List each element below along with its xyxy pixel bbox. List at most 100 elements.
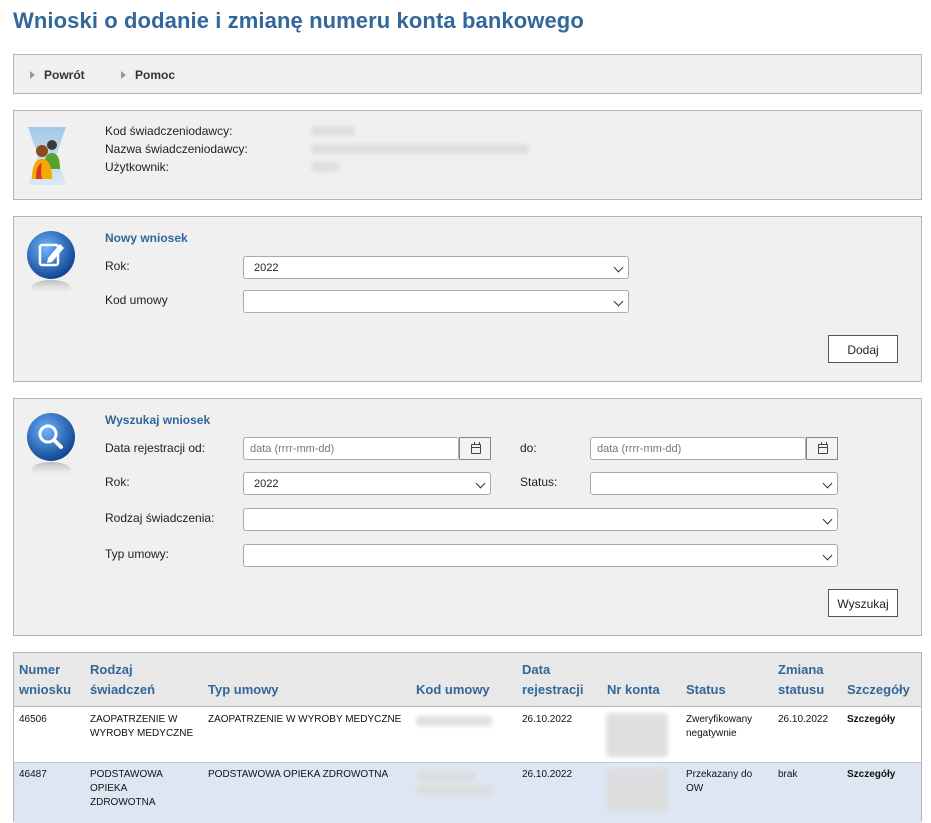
contract-code-label: Kod umowy [105, 293, 168, 307]
col-number[interactable]: Numer wniosku [19, 660, 71, 700]
table-row: 46506 ZAOPATRZENIE W WYROBY MEDYCZNE ZAO… [14, 708, 921, 763]
new-request-year-value: 2022 [254, 262, 279, 274]
col-reg-date-line1: Data [522, 662, 551, 677]
col-number-line2: wniosku [19, 682, 72, 697]
new-request-year-select[interactable]: 2022 [243, 256, 629, 279]
back-link[interactable]: Powrót [30, 68, 85, 82]
contract-type-select[interactable] [243, 544, 838, 567]
user-redacted [311, 162, 339, 172]
cell-status-line: OW [686, 783, 704, 794]
contract-code-select[interactable] [243, 290, 629, 313]
cell-number: 46487 [19, 769, 47, 780]
results-table: Numer wniosku Rodzaj świadczeń Typ umowy… [13, 652, 922, 823]
triangle-right-icon [121, 71, 126, 79]
col-benefit-line1: Rodzaj [90, 662, 133, 677]
date-from-calendar-button[interactable] [459, 437, 491, 460]
col-reg-date-line2: rejestracji [522, 682, 584, 697]
status-select[interactable] [590, 472, 838, 495]
new-request-panel: Nowy wniosek Rok: 2022 Kod umowy Dodaj [13, 216, 922, 382]
cell-benefit-line: ZAOPATRZENIE W [90, 714, 178, 725]
new-request-title: Nowy wniosek [105, 231, 188, 245]
cell-benefit-line: PODSTAWOWA [90, 769, 163, 780]
calendar-icon [471, 442, 481, 454]
cell-benefit: ZAOPATRZENIE W WYROBY MEDYCZNE [90, 713, 193, 741]
cell-status: Zweryfikowany negatywnie [686, 713, 752, 741]
table-row: 46487 PODSTAWOWA OPIEKA ZDROWOTNA PODSTA… [14, 763, 921, 823]
cell-contract-type: PODSTAWOWA OPIEKA ZDROWOTNA [208, 769, 389, 780]
back-link-label: Powrót [44, 68, 85, 82]
page-title: Wnioski o dodanie i zmianę numeru konta … [13, 8, 584, 33]
add-button[interactable]: Dodaj [828, 335, 898, 363]
chevron-down-icon [822, 478, 833, 489]
date-to-label: do: [520, 441, 537, 455]
cell-status-line: Zweryfikowany [686, 714, 753, 725]
date-from-label: Data rejestracji od: [105, 441, 206, 455]
cell-contract-code-redacted [416, 785, 492, 795]
help-link[interactable]: Pomoc [121, 68, 175, 82]
date-from-input[interactable]: data (rrrr-mm-dd) [243, 437, 459, 460]
cell-number: 46506 [19, 714, 47, 725]
search-title: Wyszukaj wniosek [105, 413, 211, 427]
contract-type-label: Typ umowy: [105, 547, 170, 561]
col-benefit-line2: świadczeń [90, 682, 156, 697]
cell-contract-type: ZAOPATRZENIE W WYROBY MEDYCZNE [208, 714, 402, 725]
provider-name-label: Nazwa świadczeniodawcy: [105, 142, 248, 156]
cell-contract-code-redacted [416, 771, 476, 781]
cell-reg-date: 26.10.2022 [522, 769, 573, 780]
cell-reg-date: 26.10.2022 [522, 714, 573, 725]
details-link[interactable]: Szczegóły [847, 768, 895, 782]
provider-name-redacted [311, 144, 529, 154]
col-status-change-line2: statusu [778, 682, 825, 697]
cell-benefit: PODSTAWOWA OPIEKA ZDROWOTNA [90, 768, 163, 810]
new-request-year-label: Rok: [105, 259, 130, 273]
chevron-down-icon [475, 478, 486, 489]
cell-status-change: 26.10.2022 [778, 714, 829, 725]
benefit-type-select[interactable] [243, 508, 838, 531]
col-status-change-line1: Zmiana [778, 662, 824, 677]
col-benefit[interactable]: Rodzaj świadczeń [90, 660, 155, 700]
cell-status: Przekazany do OW [686, 768, 752, 796]
chevron-down-icon [822, 550, 833, 561]
col-details[interactable]: Szczegóły [847, 680, 910, 700]
search-year-value: 2022 [254, 478, 279, 490]
search-panel: Wyszukaj wniosek Data rejestracji od: da… [13, 398, 922, 636]
col-number-line1: Numer [19, 662, 61, 677]
col-account[interactable]: Nr konta [607, 680, 660, 700]
triangle-right-icon [30, 71, 35, 79]
chevron-down-icon [613, 296, 624, 307]
status-label: Status: [520, 475, 558, 489]
date-to-calendar-button[interactable] [806, 437, 838, 460]
details-link[interactable]: Szczegóły [847, 713, 895, 727]
users-icon [28, 127, 66, 185]
col-status-change[interactable]: Zmiana statusu [778, 660, 824, 700]
calendar-icon [818, 442, 828, 454]
provider-info-panel: Kod świadczeniodawcy: Nazwa świadczeniod… [13, 110, 922, 200]
col-status[interactable]: Status [686, 680, 726, 700]
help-link-label: Pomoc [135, 68, 176, 82]
benefit-type-label: Rodzaj świadczenia: [105, 511, 215, 525]
cell-benefit-line: ZDROWOTNA [90, 797, 156, 808]
nav-bar: Powrót Pomoc [13, 54, 922, 94]
col-contract-code[interactable]: Kod umowy [416, 680, 490, 700]
cell-account-redacted [606, 768, 668, 812]
search-year-select[interactable]: 2022 [243, 472, 491, 495]
provider-code-redacted [311, 126, 355, 136]
search-year-label: Rok: [105, 475, 130, 489]
chevron-down-icon [613, 262, 624, 273]
search-button[interactable]: Wyszukaj [828, 589, 898, 617]
cell-status-change: brak [778, 769, 798, 780]
col-contract-type[interactable]: Typ umowy [208, 680, 279, 700]
table-header: Numer wniosku Rodzaj świadczeń Typ umowy… [14, 653, 921, 707]
cell-benefit-line: OPIEKA [90, 783, 128, 794]
edit-icon [27, 231, 75, 296]
chevron-down-icon [822, 514, 833, 525]
cell-contract-code-redacted [416, 716, 492, 726]
date-to-input[interactable]: data (rrrr-mm-dd) [590, 437, 806, 460]
user-label: Użytkownik: [105, 160, 170, 174]
cell-benefit-line: WYROBY MEDYCZNE [90, 728, 194, 739]
provider-code-label: Kod świadczeniodawcy: [105, 124, 233, 138]
cell-status-line: Przekazany do [686, 769, 753, 780]
magnifier-icon [27, 413, 75, 478]
col-reg-date[interactable]: Data rejestracji [522, 660, 583, 700]
cell-account-redacted [606, 713, 668, 757]
